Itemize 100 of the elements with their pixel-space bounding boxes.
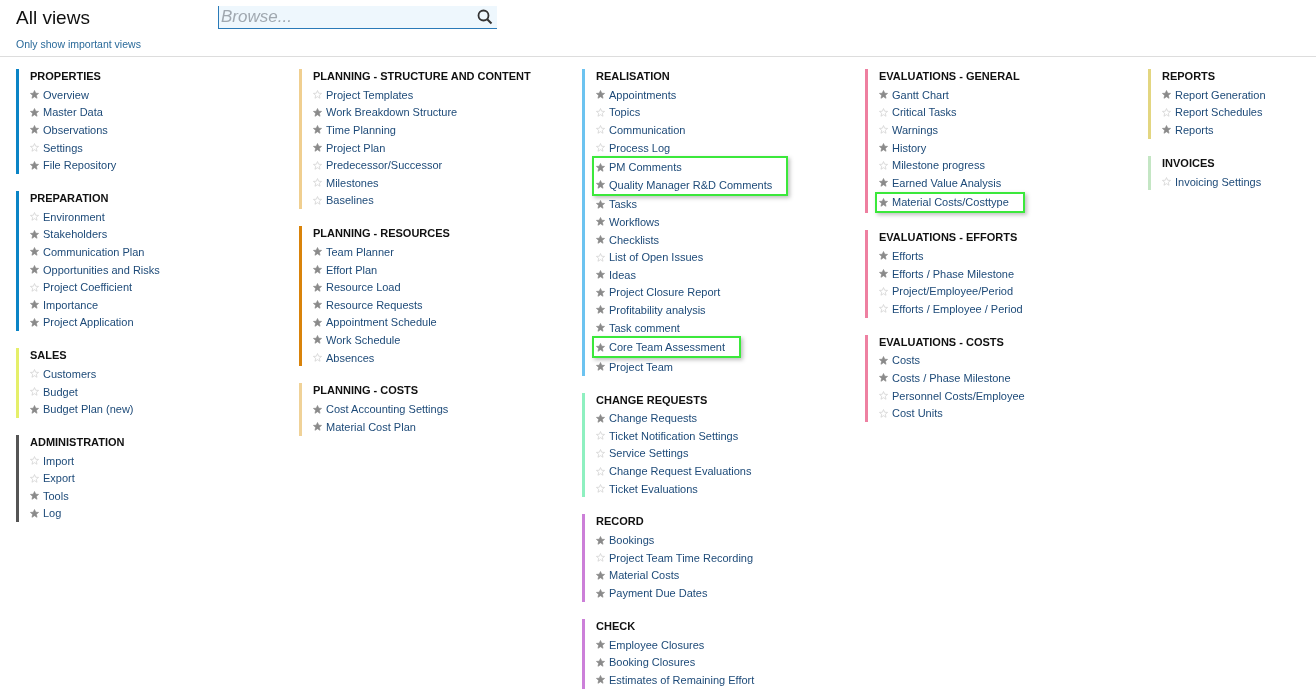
star-icon[interactable] [879,391,888,400]
star-icon[interactable] [596,125,605,135]
view-link[interactable]: Payment Due Dates [609,587,708,600]
view-link[interactable]: Costs [892,354,921,367]
view-link[interactable]: Cost Accounting Settings [326,403,449,416]
view-link[interactable]: Appointment Schedule [326,316,437,329]
view-link[interactable]: Efforts [892,249,924,262]
star-icon[interactable] [313,195,322,205]
star-icon[interactable] [596,323,605,332]
view-link[interactable]: Absences [326,351,375,364]
view-link[interactable]: Core Team Assessment [609,341,725,354]
star-icon[interactable] [313,335,322,345]
view-link[interactable]: Material Cost Plan [326,420,416,433]
star-icon[interactable] [596,162,605,172]
star-icon[interactable] [30,369,39,379]
view-link[interactable]: Booking Closures [609,656,696,669]
view-link[interactable]: Log [43,507,62,520]
view-link[interactable]: Efforts / Employee / Period [892,302,1023,315]
view-link[interactable]: List of Open Issues [609,251,704,264]
view-link[interactable]: Observations [43,124,108,136]
view-link[interactable]: Report Schedules [1175,106,1263,119]
view-link[interactable]: Import [43,454,75,467]
view-link[interactable]: File Repository [43,159,117,172]
view-link[interactable]: Project Plan [326,141,386,154]
view-link[interactable]: Report Generation [1175,88,1266,101]
view-link[interactable]: History [892,141,927,154]
view-link[interactable]: Personnel Costs/Employee [892,389,1025,402]
view-link[interactable]: Settings [43,141,83,154]
star-icon[interactable] [879,286,888,296]
star-icon[interactable] [879,90,888,100]
star-icon[interactable] [596,252,605,262]
view-link[interactable]: Critical Tasks [892,106,957,119]
view-link[interactable]: Work Breakdown Structure [326,106,458,119]
star-icon[interactable] [30,212,39,222]
view-link[interactable]: Material Costs [609,569,680,582]
star-icon[interactable] [879,269,888,279]
view-link[interactable]: Appointments [609,88,677,101]
star-icon[interactable] [30,404,39,414]
view-link[interactable]: Project/Employee/Period [892,285,1014,298]
view-link[interactable]: Work Schedule [326,333,401,346]
view-link[interactable]: Ideas [609,268,636,281]
star-icon[interactable] [596,553,605,563]
view-link[interactable]: Tools [43,489,69,502]
view-link[interactable]: Predecessor/Successor [326,159,443,172]
star-icon[interactable] [30,125,39,135]
star-icon[interactable] [30,90,39,100]
view-link[interactable]: Milestones [326,176,379,189]
star-icon[interactable] [30,229,39,239]
star-icon[interactable] [1162,125,1171,135]
star-icon[interactable] [1162,177,1171,187]
view-link[interactable]: Effort Plan [326,263,378,276]
star-icon[interactable] [30,265,39,275]
star-icon[interactable] [313,143,322,153]
view-link[interactable]: Communication Plan [43,245,145,258]
view-link[interactable]: Resource Requests [326,298,423,311]
star-icon[interactable] [313,90,322,100]
star-icon[interactable] [596,143,605,153]
star-icon[interactable] [596,535,605,545]
star-icon[interactable] [313,353,322,362]
view-link[interactable]: Employee Closures [609,638,705,651]
view-link[interactable]: Environment [43,210,105,223]
view-link[interactable]: Opportunities and Risks [43,263,160,276]
view-link[interactable]: Project Templates [326,88,414,101]
star-icon[interactable] [879,355,888,365]
view-link[interactable]: Ticket Notification Settings [609,429,739,442]
view-link[interactable]: Topics [609,106,641,119]
view-link[interactable]: Importance [43,298,99,311]
view-link[interactable]: Service Settings [609,447,689,460]
star-icon[interactable] [30,160,39,170]
star-icon[interactable] [879,178,888,188]
star-icon[interactable] [596,657,605,667]
view-link[interactable]: Cost Units [892,407,943,420]
star-icon[interactable] [30,473,39,483]
star-icon[interactable] [596,217,605,227]
star-icon[interactable] [30,300,39,310]
star-icon[interactable] [879,197,888,207]
star-icon[interactable] [879,408,888,418]
view-link[interactable]: Project Team [609,360,673,373]
search-field[interactable]: Browse... [218,6,497,29]
star-icon[interactable] [596,413,605,423]
star-icon[interactable] [313,160,322,170]
star-icon[interactable] [30,509,39,518]
star-icon[interactable] [313,265,322,275]
view-link[interactable]: Invoicing Settings [1175,175,1262,188]
star-icon[interactable] [596,90,605,100]
star-icon[interactable] [1162,107,1171,117]
view-link[interactable]: Project Application [43,316,134,329]
view-link[interactable]: Team Planner [326,245,394,258]
view-link[interactable]: Task comment [609,321,680,334]
star-icon[interactable] [596,588,605,598]
view-link[interactable]: Overview [43,88,89,101]
view-link[interactable]: Warnings [892,124,939,136]
star-icon[interactable] [879,373,888,383]
star-icon[interactable] [30,282,39,292]
star-icon[interactable] [596,466,605,476]
star-icon[interactable] [313,282,322,292]
search-icon[interactable] [477,9,493,25]
star-icon[interactable] [596,570,605,580]
view-link[interactable]: Stakeholders [43,228,108,241]
star-icon[interactable] [30,143,39,153]
